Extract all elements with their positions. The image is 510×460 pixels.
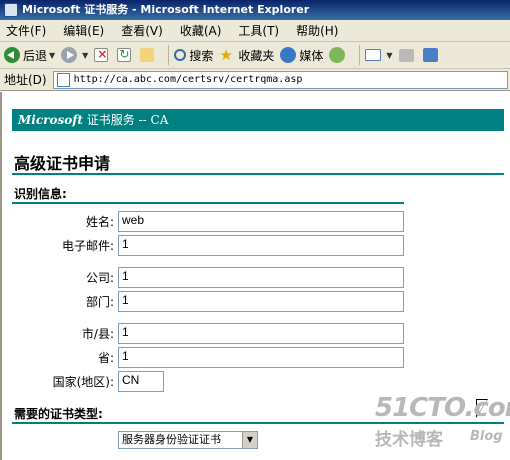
department-input[interactable]: 1 bbox=[118, 290, 404, 312]
toolbar-separator bbox=[168, 45, 170, 65]
email-input[interactable]: 1 bbox=[118, 234, 404, 256]
forward-arrow-icon bbox=[61, 47, 78, 63]
section-cert-type: 需要的证书类型: bbox=[14, 407, 103, 421]
country-label: 国家(地区): bbox=[52, 374, 114, 389]
cert-type-select[interactable]: 服务器身份验证证书 ▼ bbox=[118, 431, 258, 449]
section-identity-divider bbox=[12, 202, 404, 204]
back-label: 后退 bbox=[23, 48, 48, 63]
city-input[interactable]: 1 bbox=[118, 322, 404, 344]
page-title: 高级证书申请 bbox=[14, 154, 111, 173]
address-input[interactable]: http://ca.abc.com/certsrv/certrqma.asp bbox=[52, 70, 508, 89]
back-arrow-icon bbox=[4, 47, 20, 63]
country-input[interactable]: CN bbox=[118, 370, 164, 392]
title-divider bbox=[12, 173, 504, 175]
menubar: 文件(F) 编辑(E) 查看(V) 收藏(A) 工具(T) 帮助(H) bbox=[0, 20, 510, 42]
address-bar: 地址(D) http://ca.abc.com/certsrv/certrqma… bbox=[0, 69, 510, 91]
refresh-button[interactable] bbox=[117, 47, 134, 62]
media-button[interactable]: 媒体 bbox=[280, 47, 323, 64]
mail-icon bbox=[365, 49, 382, 61]
field-row-company: 公司: 1 bbox=[2, 266, 510, 288]
state-input[interactable]: 1 bbox=[118, 346, 404, 368]
address-label: 地址(D) bbox=[4, 73, 47, 87]
menu-tools[interactable]: 工具(T) bbox=[238, 22, 279, 39]
field-row-name: 姓名: web bbox=[2, 210, 510, 232]
window-titlebar: Microsoft 证书服务 - Microsoft Internet Expl… bbox=[0, 0, 510, 20]
watermark-blog: Blog bbox=[470, 429, 503, 444]
name-input[interactable]: web bbox=[118, 210, 404, 232]
page-icon bbox=[56, 72, 70, 87]
window-title: Microsoft 证书服务 - Microsoft Internet Expl… bbox=[22, 3, 310, 16]
refresh-icon bbox=[117, 47, 132, 62]
watermark-blog-cn: 技术博客 bbox=[375, 430, 443, 450]
home-icon bbox=[140, 48, 155, 62]
media-icon bbox=[280, 47, 297, 63]
field-row-department: 部门: 1 bbox=[2, 290, 510, 312]
watermark: 51CTO.com 技术博客 Blog bbox=[375, 393, 510, 450]
chevron-down-icon[interactable]: ▼ bbox=[242, 432, 257, 448]
field-row-email: 电子邮件: 1 bbox=[2, 234, 510, 256]
menu-favorites[interactable]: 收藏(A) bbox=[180, 22, 222, 39]
forward-dropdown-icon[interactable]: ▼ bbox=[82, 51, 88, 60]
back-button[interactable]: 后退 ▼ bbox=[4, 47, 55, 64]
department-label: 部门: bbox=[85, 294, 114, 309]
section-identity: 识别信息: bbox=[14, 187, 67, 201]
company-label: 公司: bbox=[85, 270, 114, 285]
banner-text: 证书服务 -- CA bbox=[82, 113, 169, 127]
mail-dropdown-icon[interactable]: ▼ bbox=[386, 51, 392, 60]
name-label: 姓名: bbox=[85, 214, 114, 229]
print-button[interactable] bbox=[398, 48, 417, 62]
edit-button[interactable] bbox=[422, 48, 441, 62]
search-button[interactable]: 搜索 bbox=[174, 47, 213, 64]
field-row-state: 省: 1 bbox=[2, 346, 510, 368]
favorites-button[interactable]: ★ 收藏夹 bbox=[219, 47, 274, 64]
mail-button[interactable]: ▼ bbox=[365, 49, 393, 61]
field-row-city: 市/县: 1 bbox=[2, 322, 510, 344]
menu-view[interactable]: 查看(V) bbox=[121, 22, 163, 39]
favorites-star-icon: ★ bbox=[219, 46, 233, 64]
watermark-brand: 51CTO.com bbox=[375, 393, 510, 423]
search-icon bbox=[174, 49, 187, 61]
favorites-label: 收藏夹 bbox=[238, 48, 275, 63]
state-label: 省: bbox=[97, 350, 114, 365]
address-url: http://ca.abc.com/certsrv/certrqma.asp bbox=[73, 74, 303, 85]
forward-button[interactable]: ▼ bbox=[61, 47, 88, 63]
stop-button[interactable] bbox=[94, 47, 111, 62]
menu-file[interactable]: 文件(F) bbox=[6, 22, 46, 39]
menu-edit[interactable]: 编辑(E) bbox=[63, 22, 104, 39]
toolbar: 后退 ▼ ▼ 搜索 ★ 收藏夹 媒体 ▼ bbox=[0, 42, 510, 69]
history-icon bbox=[329, 47, 346, 63]
toolbar-separator bbox=[359, 45, 361, 65]
banner-brand: Microsoft bbox=[18, 113, 83, 127]
cert-type-selected: 服务器身份验证证书 bbox=[122, 433, 221, 446]
service-banner: Microsoft 证书服务 -- CA bbox=[12, 109, 504, 131]
company-input[interactable]: 1 bbox=[118, 266, 404, 288]
stop-icon bbox=[94, 47, 109, 62]
home-button[interactable] bbox=[140, 48, 157, 62]
field-row-country: 国家(地区): CN bbox=[2, 370, 510, 392]
media-label: 媒体 bbox=[299, 48, 324, 63]
ie-app-icon bbox=[4, 3, 18, 17]
menu-help[interactable]: 帮助(H) bbox=[296, 22, 338, 39]
back-dropdown-icon[interactable]: ▼ bbox=[49, 51, 55, 60]
edit-icon bbox=[422, 48, 438, 62]
print-icon bbox=[398, 48, 414, 62]
email-label: 电子邮件: bbox=[61, 238, 114, 253]
search-label: 搜索 bbox=[189, 48, 214, 63]
city-label: 市/县: bbox=[81, 326, 114, 341]
history-button[interactable] bbox=[329, 47, 348, 63]
